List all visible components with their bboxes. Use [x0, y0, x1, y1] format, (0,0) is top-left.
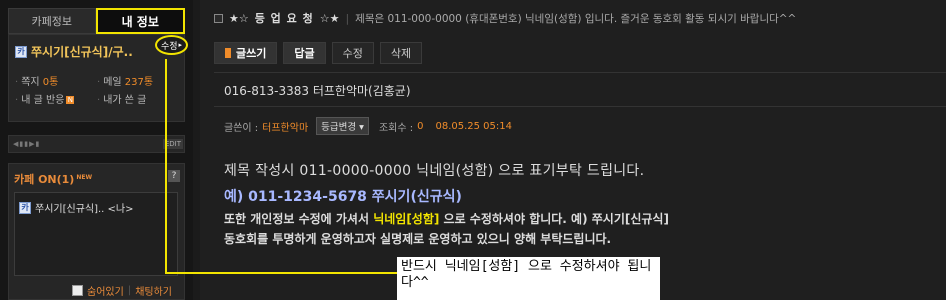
new-badge: NEW	[76, 174, 93, 181]
post-header-title: 016-813-3383 터프한악마(김홍균)	[224, 84, 411, 98]
new-badge: N	[66, 96, 75, 104]
stat-my-posts[interactable]: · 내가 쓴 글	[97, 91, 146, 106]
bullet-icon: ·	[15, 77, 19, 88]
online-members-list: 카 쭈시기[신규식].. <나>	[14, 192, 178, 276]
post-view: ★☆ 등 업 요 청 ☆★ | 제목은 011-000-0000 (휴대폰번호)…	[200, 0, 946, 300]
bullet-icon: ·	[97, 95, 101, 106]
delete-button[interactable]: 삭제	[379, 42, 423, 64]
body-line-1: 제목 작성시 011-0000-0000 닉네임(성함) 으로 표기부탁 드립니…	[224, 163, 645, 179]
body-line-2: 예) 011-1234-5678 쭈시기(신규식)	[224, 189, 462, 205]
reply-button[interactable]: 답글	[283, 42, 326, 64]
member-icon: 카	[19, 201, 31, 214]
tab-cafe-info[interactable]: 카페정보	[8, 8, 96, 34]
tab-my-info[interactable]: 내 정보	[95, 8, 185, 34]
post-toolbar: 글쓰기 답글 수정 삭제	[214, 42, 423, 64]
bullet-icon: ·	[15, 95, 19, 106]
profile-edit-label: 수정	[160, 41, 178, 52]
cafe-on-actions: 숨어있기 | 채팅하기	[72, 283, 172, 298]
cafe-on-title: 카페 ON(1) NEW	[14, 171, 92, 187]
online-member-item[interactable]: 카 쭈시기[신규식].. <나>	[19, 200, 134, 215]
checkbox-icon[interactable]	[214, 13, 223, 23]
music-player: ◀▮▮▶▮ EDIT	[8, 135, 185, 153]
divider: |	[127, 285, 132, 296]
post-date: 08.05.25 05:14	[435, 120, 512, 132]
stat-mail[interactable]: · 메일 237통	[97, 73, 153, 88]
divider	[214, 72, 946, 73]
views-label: 조회수 :	[378, 122, 414, 134]
sidebar: 카페정보 내 정보 카 쭈시기[신규식]/구.. 수정 ▸ · 쪽지 0통 · 메일 …	[0, 0, 193, 300]
body-line-3-b: 으로 수정하셔야 합니다. 예) 쭈시기[신규식]	[439, 212, 669, 226]
author-name[interactable]: 터프한악마	[262, 119, 308, 134]
post-title: 등 업 요 청	[254, 12, 314, 25]
profile-edit-button[interactable]: 수정 ▸	[155, 35, 188, 55]
stars-right: ☆★	[319, 11, 340, 25]
annotation-callout: 반드시 닉네임[성함] 으로 수정하셔야 됩니다^^	[397, 257, 660, 300]
body-line-4: 동호회를 투명하게 운영하고자 실명제로 운영하고 있으니 양해 부탁드립니다.	[224, 232, 612, 246]
body-line-3-a: 또한 개인정보 수정에 가셔서	[224, 212, 374, 226]
write-label: 글쓰기	[236, 47, 267, 60]
divider: |	[345, 11, 350, 25]
stat-replies[interactable]: · 내 글 반응 N	[15, 91, 75, 106]
chevron-right-icon: ▸	[178, 41, 183, 49]
profile-panel: 카 쭈시기[신규식]/구.. 수정 ▸ · 쪽지 0통 · 메일 237통 · 내 글 …	[8, 34, 188, 122]
cafe-on-panel: 카페 ON(1) NEW ? 카 쭈시기[신규식].. <나> 숨어있기 | 채팅…	[8, 163, 185, 300]
modify-button[interactable]: 수정	[331, 42, 374, 64]
player-edit-button[interactable]: EDIT	[162, 139, 183, 149]
pencil-icon	[225, 48, 231, 58]
views-count: 0	[417, 120, 424, 132]
grade-change-label: 등급변경	[321, 122, 357, 133]
write-button[interactable]: 글쓰기	[214, 42, 278, 64]
nickname[interactable]: 쭈시기[신규식]/구..	[31, 43, 149, 60]
post-body: 제목 작성시 011-0000-0000 닉네임(성함) 으로 표기부탁 드립니…	[224, 160, 924, 247]
player-controls[interactable]: ◀▮▮▶▮	[13, 140, 40, 148]
bullet-icon: ·	[97, 77, 101, 88]
body-line-3: 또한 개인정보 수정에 가셔서 닉네임[성함] 으로 수정하셔야 합니다. 예)…	[224, 210, 924, 227]
online-member-name: 쭈시기[신규식].. <나>	[35, 204, 134, 215]
post-subtitle: 제목은 011-000-0000 (휴대폰번호) 닉네임(성함) 입니다. 즐거…	[355, 12, 797, 25]
notes-label: 쪽지	[21, 77, 40, 88]
cafe-on-title-text: 카페 ON(1)	[14, 173, 75, 186]
chevron-down-icon: ▾	[359, 122, 364, 133]
post-meta: 글쓴이 : 터프한악마 등급변경 ▾ 조회수 : 0 08.05.25 05:1…	[224, 117, 512, 135]
help-button[interactable]: ?	[168, 170, 180, 182]
stat-notes[interactable]: · 쪽지 0통	[15, 73, 58, 88]
replies-label: 내 글 반응	[21, 95, 65, 106]
cafe-member-icon: 카	[15, 45, 27, 58]
post-title-row: ★☆ 등 업 요 청 ☆★ | 제목은 011-000-0000 (휴대폰번호)…	[214, 10, 796, 26]
author-label: 글쓴이 :	[224, 122, 259, 134]
mail-count: 237통	[124, 77, 154, 88]
my-posts-label: 내가 쓴 글	[103, 95, 147, 106]
chat-link[interactable]: 채팅하기	[135, 283, 172, 298]
notes-count: 0통	[42, 77, 59, 88]
mail-label: 메일	[103, 77, 122, 88]
body-line-3-highlight: 닉네임[성함]	[373, 212, 440, 226]
stars-left: ★☆	[229, 11, 249, 25]
hide-link[interactable]: 숨어있기	[87, 283, 124, 298]
grade-change-button[interactable]: 등급변경 ▾	[316, 117, 369, 135]
sidebar-tabs: 카페정보 내 정보	[8, 8, 185, 34]
hide-checkbox[interactable]	[72, 285, 83, 296]
divider	[214, 106, 946, 107]
